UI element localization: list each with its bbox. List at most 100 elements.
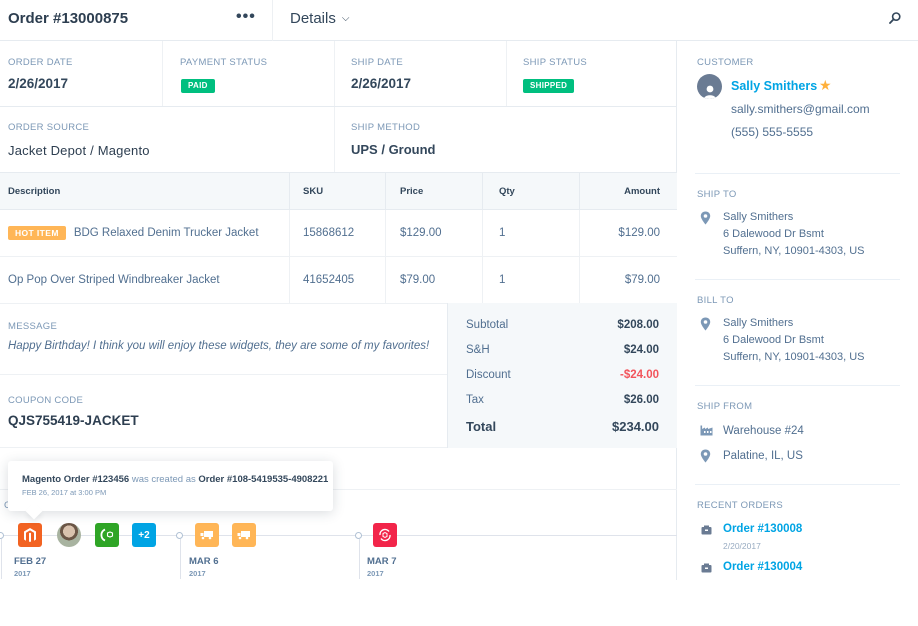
ship-status-cell: SHIP STATUS SHIPPED: [507, 41, 677, 106]
shipping-value: $24.00: [623, 344, 659, 356]
coupon-label: COUPON CODE: [8, 395, 84, 406]
shipping-truck-icon: [237, 531, 250, 540]
ship-to-label: SHIP TO: [697, 189, 737, 200]
customer-email: sally.smithers@gmail.com: [731, 102, 870, 116]
location-pin-icon: [700, 449, 711, 463]
timeline-marker-line: [180, 539, 181, 579]
total-label: Total: [466, 419, 497, 434]
order-source-label: ORDER SOURCE: [8, 122, 90, 133]
item-price: $79.00: [386, 257, 483, 303]
ship-date-cell: SHIP DATE 2/26/2017: [335, 41, 507, 106]
location-pin-icon: [700, 211, 711, 225]
column-header-description[interactable]: Description: [0, 173, 290, 209]
item-sku: 15868612: [290, 210, 386, 256]
tax-value: $26.00: [623, 394, 659, 406]
timeline-node: [176, 532, 183, 539]
package-return-icon: [379, 528, 391, 542]
search-icon[interactable]: [888, 11, 902, 25]
timeline-event-shipping[interactable]: [195, 523, 219, 547]
column-header-price[interactable]: Price: [386, 173, 483, 209]
payment-status-cell: PAYMENT STATUS PAID: [163, 41, 335, 106]
recent-order-link[interactable]: Order #130008: [723, 523, 802, 535]
ship-method-label: SHIP METHOD: [351, 122, 421, 133]
shipping-row: S&H $24.00: [466, 344, 659, 356]
item-description-cell: HOT ITEM BDG Relaxed Denim Trucker Jacke…: [0, 210, 290, 256]
section-divider: [695, 279, 900, 280]
details-dropdown[interactable]: Details ⌵: [290, 10, 349, 27]
item-amount: $79.00: [624, 274, 660, 286]
order-source-value: Jacket Depot / Magento: [8, 143, 150, 158]
more-horizontal-icon: •••: [236, 8, 256, 25]
warehouse-icon: [700, 425, 713, 436]
line-items-table: Description SKU Price Qty Amount HOT ITE…: [0, 173, 677, 304]
column-header-qty[interactable]: Qty: [483, 173, 580, 209]
more-options-button[interactable]: •••: [236, 8, 256, 26]
timeline-year: 2017: [189, 569, 206, 578]
ship-to-name: Sally Smithers: [723, 211, 794, 223]
timeline-event-package-return[interactable]: [373, 523, 397, 547]
customer-name-link[interactable]: Sally Smithers: [731, 79, 817, 93]
order-details-page: Order #13000875 ••• Details ⌵ ORDER DATE …: [0, 0, 918, 580]
order-sidebar: CUSTOMER Sally Smithers ★ sally.smithers…: [678, 41, 918, 580]
ship-from-label: SHIP FROM: [697, 401, 753, 412]
ship-date-value: 2/26/2017: [351, 76, 412, 91]
customer-avatar: [697, 74, 722, 99]
timeline-year: 2017: [14, 569, 31, 578]
table-row[interactable]: HOT ITEM BDG Relaxed Denim Trucker Jacke…: [0, 210, 677, 257]
item-qty: 1: [483, 210, 580, 256]
timeline-date: FEB 27: [14, 556, 47, 567]
ship-to-address: Sally Smithers 6 Dalewood Dr Bsmt Suffer…: [723, 209, 864, 260]
header-divider: [272, 0, 273, 41]
timeline-event-magento[interactable]: [18, 523, 42, 547]
customer-label: CUSTOMER: [697, 57, 754, 68]
star-icon[interactable]: ★: [819, 77, 832, 94]
ship-from-location: Palatine, IL, US: [723, 450, 803, 462]
order-source-row: ORDER SOURCE Jacket Depot / Magento SHIP…: [0, 107, 677, 173]
details-dropdown-label: Details: [290, 10, 336, 27]
tooltip-caret: [25, 502, 43, 520]
ship-date-label: SHIP DATE: [351, 57, 403, 68]
user-icon: [703, 85, 716, 99]
coupon-code: QJS755419-JACKET: [8, 413, 139, 428]
order-date-cell: ORDER DATE 2/26/2017: [0, 41, 163, 106]
timeline-event-shipping[interactable]: [232, 523, 256, 547]
timeline-event-more[interactable]: +2: [132, 523, 156, 547]
gift-message-section: MESSAGE Happy Birthday! I think you will…: [0, 303, 447, 375]
item-amount: $129.00: [618, 227, 660, 239]
ship-to-city: Suffern, NY, 10901-4303, US: [723, 245, 865, 257]
ship-method-value: UPS / Ground: [351, 142, 436, 157]
tooltip-source-order: Magento Order #123456: [22, 474, 130, 485]
hot-item-badge: HOT ITEM: [8, 226, 66, 240]
tooltip-target-order: Order #108-5419535-4908221: [198, 474, 329, 485]
package-sync-icon: [100, 528, 114, 542]
item-qty: 1: [483, 257, 580, 303]
table-row[interactable]: Op Pop Over Striped Windbreaker Jacket 4…: [0, 257, 677, 304]
order-date-label: ORDER DATE: [8, 57, 73, 68]
timeline-event-user-avatar[interactable]: [57, 523, 81, 547]
tax-label: Tax: [466, 394, 484, 406]
order-main-panel: ORDER DATE 2/26/2017 PAYMENT STATUS PAID…: [0, 41, 677, 580]
tooltip-timestamp: FEB 26, 2017 at 3:00 PM: [22, 488, 107, 497]
subtotal-row: Subtotal $208.00: [466, 319, 659, 331]
column-header-amount[interactable]: Amount: [580, 173, 677, 209]
payment-status-label: PAYMENT STATUS: [180, 57, 268, 68]
coupon-section: COUPON CODE QJS755419-JACKET: [0, 375, 447, 448]
timeline-event-package-sync[interactable]: [95, 523, 119, 547]
timeline-node: [355, 532, 362, 539]
recent-order-link[interactable]: Order #130004: [723, 561, 802, 573]
ship-status-badge: SHIPPED: [523, 79, 575, 93]
timeline-date: MAR 6: [189, 556, 219, 567]
bill-to-city: Suffern, NY, 10901-4303, US: [723, 351, 865, 363]
column-header-sku[interactable]: SKU: [290, 173, 386, 209]
total-value: $234.00: [612, 419, 659, 434]
bill-to-label: BILL TO: [697, 295, 734, 306]
section-divider: [695, 484, 900, 485]
recent-order-date: 2/20/2017: [723, 541, 761, 551]
shipping-truck-icon: [200, 531, 213, 540]
section-divider: [695, 385, 900, 386]
timeline-node: [0, 532, 4, 539]
magento-icon: [24, 528, 36, 542]
item-sku: 41652405: [290, 257, 386, 303]
order-date-value: 2/26/2017: [8, 76, 69, 91]
bill-to-name: Sally Smithers: [723, 317, 794, 329]
